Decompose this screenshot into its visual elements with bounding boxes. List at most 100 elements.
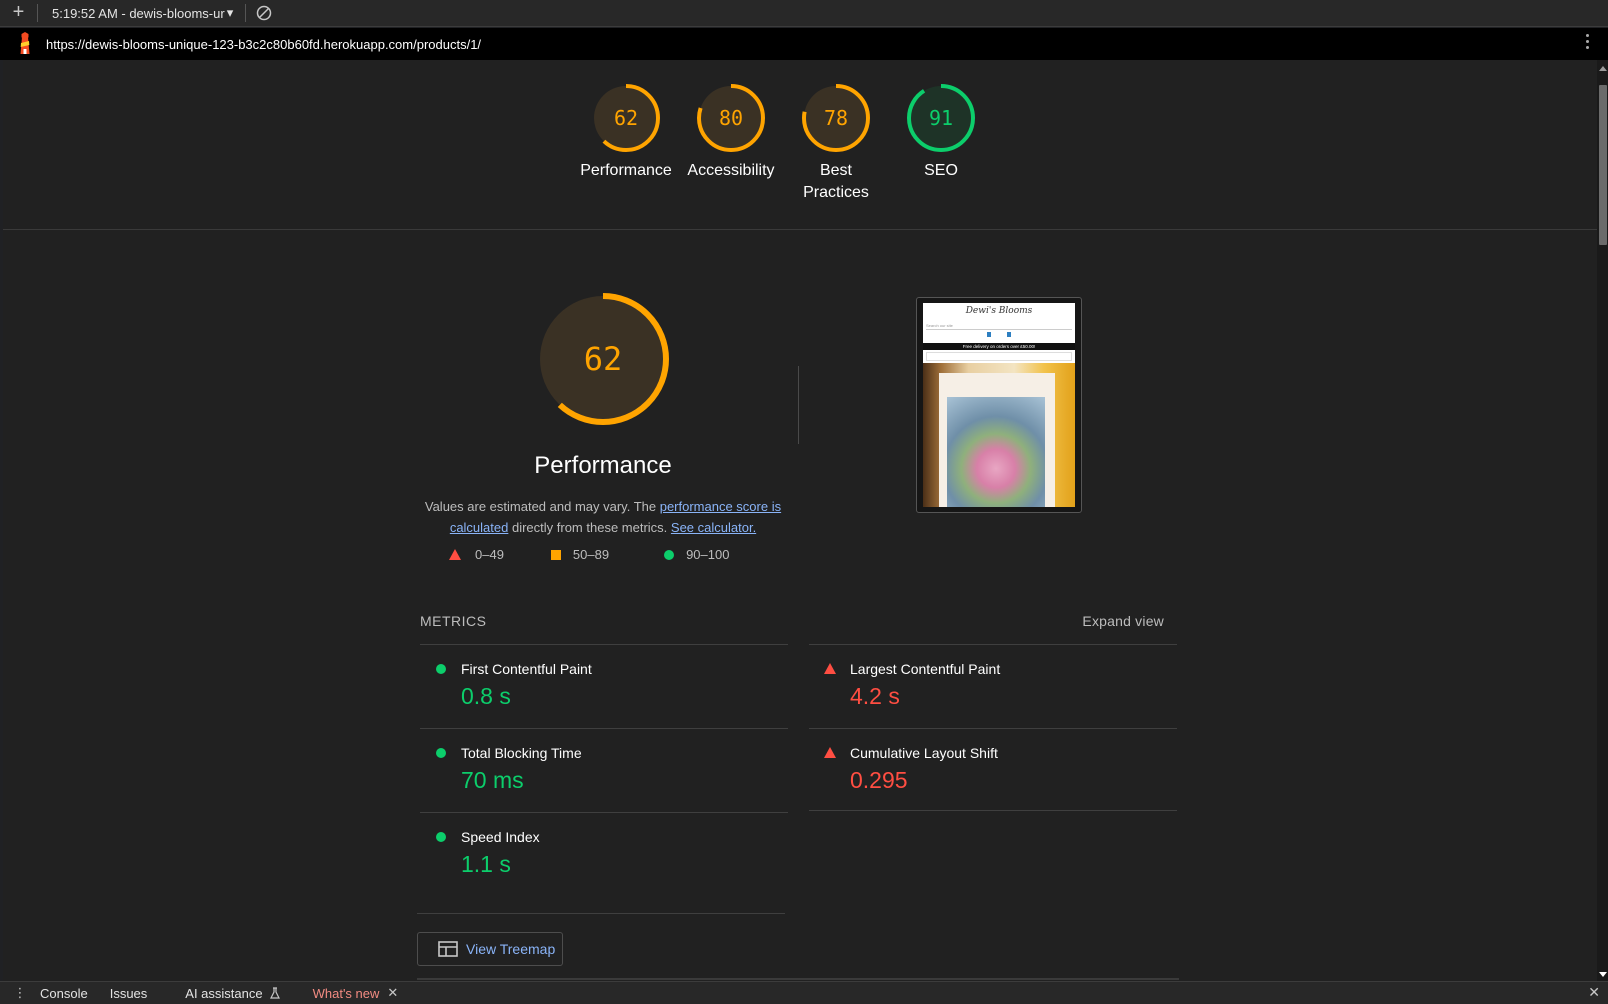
legend-pass: 90–100 — [664, 547, 729, 562]
tab-ai-assistance[interactable]: AI assistance — [185, 986, 280, 1001]
close-tab-icon[interactable]: ✕ — [387, 985, 398, 1001]
clear-icon[interactable] — [256, 5, 272, 21]
cart-icon — [1007, 332, 1011, 337]
gauge-performance[interactable]: 62 Performance — [571, 82, 681, 182]
tab-console[interactable]: Console — [40, 986, 88, 1001]
metric-name: Largest Contentful Paint — [850, 661, 1001, 677]
gauge-ring: 80 — [697, 84, 765, 152]
filmstrip-edge — [417, 978, 1179, 980]
metric-name: First Contentful Paint — [461, 661, 592, 677]
performance-title: Performance — [534, 452, 672, 479]
gauge-score: 91 — [929, 106, 953, 130]
description-text: Values are estimated and may vary. The — [424, 499, 660, 514]
more-options-icon[interactable] — [1586, 34, 1590, 52]
metric-value: 4.2 s — [850, 683, 900, 709]
view-treemap-label: View Treemap — [466, 941, 556, 957]
lighthouse-toolbar: + 5:19:52 AM - dewis-blooms-ur ▾ — [0, 0, 1608, 27]
gauge-score: 80 — [719, 106, 743, 130]
gauge-accessibility[interactable]: 80 Accessibility — [676, 82, 786, 182]
metric-total-blocking-time[interactable]: Total Blocking Time 70 ms — [420, 728, 788, 812]
circle-icon — [664, 549, 675, 560]
gauge-ring: 91 — [907, 84, 975, 152]
search-placeholder: Search our site — [926, 323, 953, 328]
product-image — [947, 397, 1045, 507]
triangle-icon — [449, 549, 461, 560]
gauge-seo[interactable]: 91 SEO — [886, 82, 996, 182]
metric-name: Total Blocking Time — [461, 745, 582, 761]
gauge-score: 62 — [614, 106, 638, 130]
fail-triangle-icon — [824, 747, 836, 758]
metric-value: 0.8 s — [461, 683, 511, 709]
gauge-ring: 62 — [592, 84, 660, 152]
gauge-best-practices[interactable]: 78 Best Practices — [781, 82, 891, 204]
final-screenshot[interactable]: Dewi's Blooms Search our site Free deliv… — [916, 297, 1082, 513]
gauge-label: Accessibility — [687, 162, 775, 179]
new-report-button[interactable]: + — [0, 2, 38, 22]
scrollbar-thumb[interactable] — [1599, 85, 1607, 245]
metric-name: Cumulative Layout Shift — [850, 745, 998, 761]
see-calculator-link[interactable]: See calculator. — [671, 520, 756, 535]
performance-description: Values are estimated and may vary. The p… — [413, 496, 793, 538]
gauge-label: Performance — [580, 162, 672, 179]
account-icon — [987, 332, 991, 337]
square-icon — [550, 549, 561, 560]
tab-whats-new-label: What's new — [312, 985, 380, 1001]
score-legend: 0–49 50–89 90–100 — [449, 547, 729, 562]
metric-name: Speed Index — [461, 829, 540, 845]
legend-fail: 0–49 — [449, 547, 504, 562]
pass-circle-icon — [436, 748, 446, 758]
section-divider — [798, 366, 799, 444]
description-text: directly from these metrics. — [508, 520, 671, 535]
drawer-menu-icon[interactable]: ⋮ — [0, 985, 40, 1001]
metric-value: 70 ms — [461, 767, 524, 793]
toolbar-divider — [245, 4, 247, 22]
treemap-icon — [438, 941, 458, 957]
legend-average: 50–89 — [550, 547, 610, 562]
metric-largest-contentful-paint[interactable]: Largest Contentful Paint 4.2 s — [809, 644, 1177, 728]
legend-average-label: 50–89 — [572, 547, 610, 562]
performance-gauge: 62 — [537, 293, 669, 425]
report-content: 62 Performance 80 Accessibility 78 Best … — [3, 60, 1597, 981]
report-selector-label: 5:19:52 AM - dewis-blooms-ur — [52, 5, 225, 21]
summary-gauges: 62 Performance 80 Accessibility 78 Best … — [3, 60, 1597, 230]
lighthouse-logo-icon — [20, 32, 30, 54]
gauge-label: Best Practices — [803, 162, 869, 201]
tab-issues[interactable]: Issues — [110, 986, 148, 1001]
devtools-drawer: ⋮ Console Issues AI assistance What's ne… — [0, 981, 1608, 1004]
fail-triangle-icon — [824, 663, 836, 674]
metric-value: 1.1 s — [461, 851, 511, 877]
close-drawer-icon[interactable]: ✕ — [1588, 984, 1600, 1001]
tab-ai-assistance-label: AI assistance — [185, 985, 263, 1001]
metric-first-contentful-paint[interactable]: First Contentful Paint 0.8 s — [420, 644, 788, 728]
pass-circle-icon — [436, 664, 446, 674]
metric-cumulative-layout-shift[interactable]: Cumulative Layout Shift 0.295 — [809, 728, 1177, 811]
gauge-score: 78 — [824, 106, 848, 130]
report-url-bar: https://dewis-blooms-unique-123-b3c2c80b… — [0, 28, 1608, 60]
performance-score: 62 — [584, 340, 623, 378]
expand-view-toggle[interactable]: Expand view — [1082, 613, 1164, 629]
site-title: Dewi's Blooms — [965, 306, 1033, 316]
chevron-down-icon: ▾ — [226, 5, 234, 20]
legend-pass-label: 90–100 — [686, 547, 730, 562]
legend-fail-label: 0–49 — [475, 547, 504, 562]
report-url[interactable]: https://dewis-blooms-unique-123-b3c2c80b… — [46, 37, 481, 52]
banner-text: Free delivery on orders over £50.00! — [962, 344, 1036, 349]
gauge-ring: 78 — [802, 84, 870, 152]
delivery-banner: Free delivery on orders over £50.00! — [923, 343, 1075, 350]
metrics-bottom-divider — [417, 913, 785, 914]
flask-icon — [269, 987, 280, 999]
scroll-up-icon[interactable] — [1599, 66, 1607, 71]
metrics-header: METRICS Expand view — [420, 613, 1164, 629]
pass-circle-icon — [436, 832, 446, 842]
metric-value: 0.295 — [850, 767, 908, 793]
site-nav — [926, 352, 1072, 361]
tab-whats-new[interactable]: What's new ✕ — [313, 985, 399, 1001]
screenshot-image: Dewi's Blooms Search our site Free deliv… — [923, 303, 1075, 507]
report-selector[interactable]: 5:19:52 AM - dewis-blooms-ur ▾ — [52, 5, 233, 21]
scroll-down-icon[interactable] — [1599, 972, 1607, 977]
vertical-scrollbar[interactable] — [1597, 60, 1608, 981]
view-treemap-button[interactable]: View Treemap — [417, 932, 563, 966]
performance-section: 62 Performance Values are estimated and … — [413, 292, 793, 538]
metric-speed-index[interactable]: Speed Index 1.1 s — [420, 812, 788, 896]
gauge-label: SEO — [924, 162, 958, 179]
